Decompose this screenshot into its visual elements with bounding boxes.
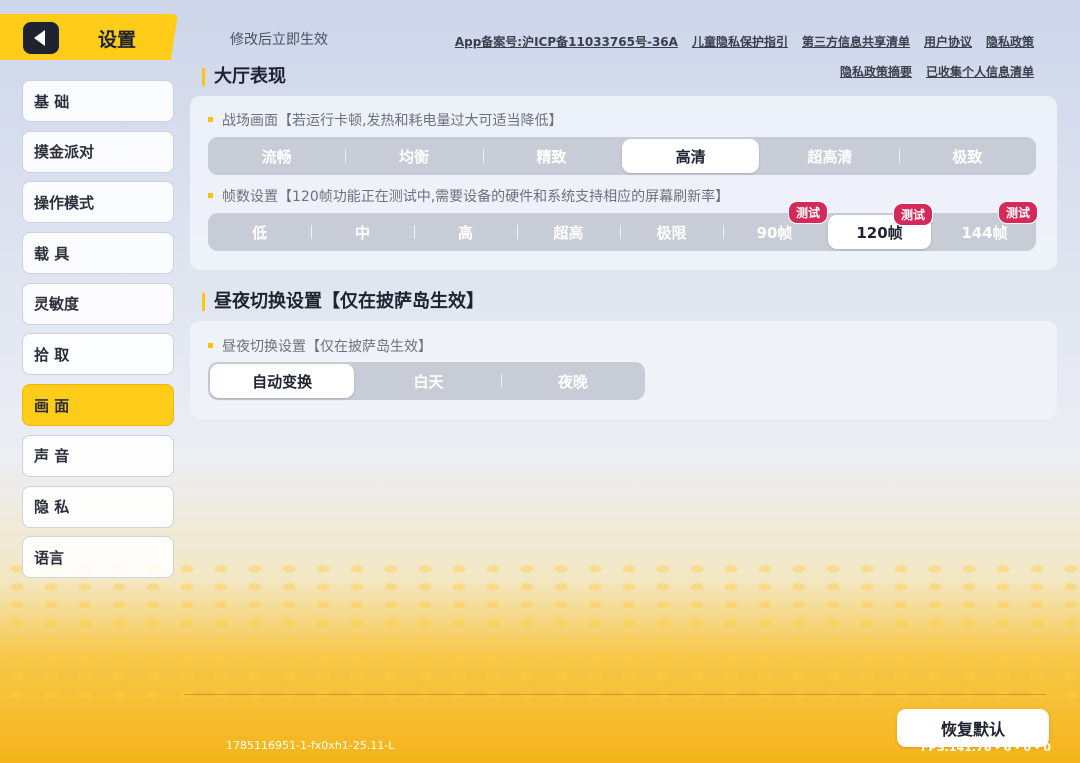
legal-links: App备案号:沪ICP备11033765号-36A 儿童隐私保护指引 第三方信息… bbox=[455, 33, 1034, 93]
quality-label: 战场画面【若运行卡顿,发热和耗电量过大可适当降低】 bbox=[208, 110, 562, 130]
test-badge: 测试 bbox=[997, 201, 1038, 224]
daynight-selector: 自动变换 白天 夜晚 bbox=[208, 362, 645, 400]
apply-notice: 修改后立即生效 bbox=[230, 32, 328, 48]
sidebar-item-sensitivity[interactable]: 灵敏度 bbox=[22, 282, 174, 325]
third-party-link[interactable]: 第三方信息共享清单 bbox=[802, 33, 910, 50]
daynight-option[interactable]: 夜晚 bbox=[500, 362, 645, 400]
framerate-option[interactable]: 超高 bbox=[517, 213, 620, 251]
sidebar-item-language[interactable]: 语言 bbox=[22, 536, 174, 579]
test-badge: 测试 bbox=[787, 201, 828, 224]
framerate-option-label: 120帧 bbox=[856, 223, 903, 242]
build-version: 1785116951-1-fx0xh1-25.11-L bbox=[226, 739, 395, 752]
child-privacy-link[interactable]: 儿童隐私保护指引 bbox=[692, 33, 788, 50]
back-arrow-icon bbox=[34, 30, 45, 46]
quality-option-selected[interactable]: 高清 bbox=[621, 139, 760, 173]
framerate-option-selected[interactable]: 120帧 测试 bbox=[828, 203, 933, 249]
privacy-policy-link[interactable]: 隐私政策 bbox=[986, 33, 1034, 50]
framerate-option[interactable]: 极限 bbox=[620, 213, 723, 251]
sidebar: 基 础 摸金派对 操作模式 载 具 灵敏度 拾 取 画 面 声 音 隐 私 语言 bbox=[22, 80, 174, 587]
framerate-label: 帧数设置【120帧功能正在测试中,需要设备的硬件和系统支持相应的屏幕刷新率】 bbox=[208, 186, 729, 206]
framerate-option-label: 90帧 bbox=[756, 223, 793, 242]
icp-link[interactable]: App备案号:沪ICP备11033765号-36A bbox=[455, 33, 678, 50]
sidebar-item-vehicle[interactable]: 载 具 bbox=[22, 232, 174, 275]
quality-option[interactable]: 精致 bbox=[482, 137, 620, 175]
quality-option[interactable]: 均衡 bbox=[345, 137, 482, 175]
privacy-summary-link[interactable]: 隐私政策摘要 bbox=[840, 63, 912, 80]
daynight-option-selected[interactable]: 自动变换 bbox=[210, 364, 355, 398]
sidebar-item-privacy[interactable]: 隐 私 bbox=[22, 485, 174, 528]
framerate-option[interactable]: 低 bbox=[208, 213, 311, 251]
framerate-option[interactable]: 144帧 测试 bbox=[933, 201, 1038, 251]
page-title: 设置 bbox=[98, 29, 137, 51]
section-heading-daynight: 昼夜切换设置【仅在披萨岛生效】 bbox=[202, 293, 484, 311]
user-agreement-link[interactable]: 用户协议 bbox=[924, 33, 972, 50]
quality-option[interactable]: 超高清 bbox=[761, 137, 898, 175]
sidebar-item-graphics[interactable]: 画 面 bbox=[22, 384, 174, 427]
collected-info-link[interactable]: 已收集个人信息清单 bbox=[926, 63, 1034, 80]
footer-divider bbox=[184, 694, 1046, 695]
test-badge: 测试 bbox=[892, 203, 933, 226]
fps-readout: FPS:141.76 - 6 - 0 - 0 bbox=[921, 741, 1051, 754]
section-heading-lobby: 大厅表现 bbox=[202, 68, 286, 86]
sidebar-item-controls[interactable]: 操作模式 bbox=[22, 181, 174, 224]
framerate-option-label: 144帧 bbox=[961, 223, 1008, 242]
sidebar-item-basic[interactable]: 基 础 bbox=[22, 80, 174, 122]
sidebar-item-party[interactable]: 摸金派对 bbox=[22, 130, 174, 173]
framerate-option[interactable]: 90帧 测试 bbox=[723, 201, 828, 251]
quality-option[interactable]: 极致 bbox=[898, 137, 1036, 175]
framerate-option[interactable]: 中 bbox=[311, 213, 414, 251]
daynight-option[interactable]: 白天 bbox=[356, 362, 500, 400]
quality-option[interactable]: 流畅 bbox=[208, 137, 345, 175]
back-button[interactable] bbox=[23, 22, 59, 54]
quality-selector: 流畅 均衡 精致 高清 超高清 极致 bbox=[208, 137, 1036, 175]
framerate-option[interactable]: 高 bbox=[414, 213, 517, 251]
sidebar-item-pickup[interactable]: 拾 取 bbox=[22, 333, 174, 376]
sidebar-item-sound[interactable]: 声 音 bbox=[22, 434, 174, 477]
daynight-label: 昼夜切换设置【仅在披萨岛生效】 bbox=[208, 336, 432, 356]
framerate-selector: 低 中 高 超高 极限 90帧 测试 120帧 测试 144帧 测试 bbox=[208, 201, 1038, 251]
